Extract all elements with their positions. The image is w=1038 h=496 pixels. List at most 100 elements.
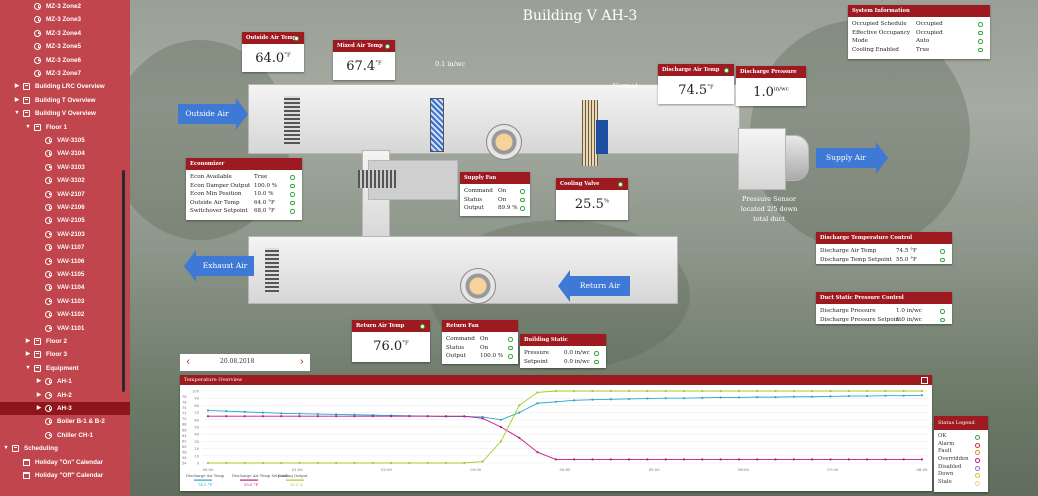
date-next-button[interactable]: › [300, 355, 304, 368]
data-point [902, 458, 905, 461]
sidebar-item-label: VAV-1101 [57, 324, 85, 332]
info-row: Econ Available True [190, 173, 298, 182]
building-static-card[interactable]: Building Static Pressure 0.0 in/wc Setpoin… [520, 334, 606, 368]
sidebar-item[interactable]: ▶ Building LRC Overview [0, 80, 130, 93]
sidebar-item[interactable]: VAV-2106 [0, 201, 130, 214]
sidebar-item[interactable]: MZ-3 Zone6 [0, 54, 130, 67]
chevron-right-icon[interactable]: ▶ [24, 348, 32, 361]
data-point [774, 458, 777, 461]
legend-title: Status Legend [934, 416, 988, 430]
data-point [627, 458, 631, 461]
data-point [737, 396, 741, 399]
status-ok-icon [594, 351, 599, 356]
discharge-air-temp-card[interactable]: Discharge Air Temp 74.5°F [658, 64, 734, 104]
chevron-right-icon[interactable]: ▶ [13, 80, 21, 93]
chevron-right-icon[interactable]: ▶ [35, 375, 43, 388]
discharge-temperature-control-card[interactable]: Discharge Temperature Control Discharge … [816, 232, 952, 264]
chevron-down-icon[interactable]: ▼ [24, 121, 32, 134]
card-title: Cooling Valve [560, 181, 600, 187]
sidebar-item[interactable]: ▶ AH-3 [0, 402, 130, 416]
sidebar-item[interactable]: VAV-1106 [0, 255, 130, 268]
chevron-right-icon[interactable]: ▶ [24, 335, 32, 348]
legend-item: Down [934, 471, 988, 479]
y-tick-label: 20 [194, 447, 199, 451]
sidebar-item[interactable]: VAV-1101 [0, 322, 130, 335]
sidebar-item[interactable]: VAV-3103 [0, 161, 130, 174]
supply-fan-card[interactable]: Supply Fan Command On Status On Output 89.9 % [460, 172, 530, 216]
sidebar-item[interactable]: ▼ Floor 1 [0, 121, 130, 134]
y2-tick-label: 60 [182, 445, 187, 449]
date-value[interactable]: 20.08.2018 [220, 358, 254, 365]
sidebar-item[interactable]: MZ-3 Zone5 [0, 40, 130, 53]
device-icon [34, 43, 41, 51]
sidebar-item[interactable]: ▶ Floor 3 [0, 348, 130, 361]
filter-icon [430, 98, 444, 152]
sidebar-item[interactable]: VAV-3102 [0, 174, 130, 187]
chevron-down-icon[interactable]: ▼ [24, 362, 32, 375]
outside-air-temp-card[interactable]: Outside Air Temp 64.0°F [242, 32, 304, 72]
info-row: Econ Damper Output 100.0 % [190, 182, 298, 191]
data-point [225, 461, 228, 465]
data-point [627, 397, 631, 401]
expand-icon[interactable] [921, 376, 928, 384]
sidebar-item[interactable]: ▶ AH-2 [0, 389, 130, 402]
data-point [884, 458, 887, 461]
sidebar-item-label: VAV-2103 [57, 230, 85, 238]
sidebar-item[interactable]: ▼ Building V Overview [0, 107, 130, 120]
sidebar-item[interactable]: Chiller CH-1 [0, 429, 130, 442]
date-picker[interactable]: ‹ 20.08.2018 › [180, 354, 310, 371]
device-icon [45, 137, 52, 144]
row-label: Effective Occupancy [852, 29, 911, 36]
sidebar-item[interactable]: Boiler B-1 & B-2 [0, 415, 130, 428]
sidebar-item[interactable]: MZ-3 Zone4 [0, 27, 130, 40]
data-point [847, 389, 850, 393]
data-point [774, 389, 777, 393]
chevron-right-icon[interactable]: ▶ [35, 389, 43, 402]
info-row: Switchover Setpoint 68.0 °F [190, 207, 298, 216]
sidebar-item[interactable]: Holiday "Off" Calendar [0, 469, 130, 482]
sidebar-item[interactable]: ▶ Floor 2 [0, 335, 130, 348]
sidebar-item[interactable]: VAV-1105 [0, 268, 130, 281]
sidebar-item[interactable]: VAV-2107 [0, 188, 130, 201]
device-icon [45, 405, 52, 412]
y-tick-label: 0 [197, 462, 200, 466]
chevron-down-icon[interactable]: ▼ [13, 107, 21, 120]
discharge-pressure-card[interactable]: Discharge Pressure 1.0in/wc [736, 66, 806, 106]
status-ok-icon [618, 181, 623, 187]
mixed-air-temp-card[interactable]: Mixed Air Temp 67.4°F [333, 40, 395, 80]
device-icon [45, 297, 52, 305]
status-ok-icon [290, 175, 295, 180]
sidebar-item[interactable]: ▶ Building T Overview [0, 94, 130, 107]
sidebar-item[interactable]: MZ-3 Zone3 [0, 13, 130, 26]
system-information-card[interactable]: System Information Occupied Schedule Occu… [848, 5, 990, 59]
sidebar-item[interactable]: MZ-3 Zone2 [0, 0, 130, 13]
duct-static-pressure-control-card[interactable]: Duct Static Pressure Control Discharge P… [816, 292, 952, 324]
sidebar-item[interactable]: VAV-2105 [0, 214, 130, 227]
cooling-valve-card[interactable]: Cooling Valve 25.5% [556, 178, 628, 220]
row-label: Cooling Enabled [852, 46, 899, 53]
row-value: On [498, 196, 507, 203]
sidebar-item[interactable]: Holiday "On" Calendar [0, 456, 130, 469]
sidebar-item[interactable]: MZ-3 Zone7 [0, 67, 130, 80]
return-air-temp-card[interactable]: Return Air Temp 76.0°F [352, 320, 430, 362]
chevron-down-icon[interactable]: ▼ [2, 442, 10, 455]
sidebar-item[interactable]: VAV-1103 [0, 295, 130, 308]
sidebar-item[interactable]: ▶ AH-1 [0, 375, 130, 388]
sidebar-item[interactable]: VAV-1107 [0, 241, 130, 254]
chevron-right-icon[interactable]: ▶ [13, 94, 21, 107]
sidebar-item[interactable]: VAV-3105 [0, 134, 130, 147]
data-point [756, 458, 759, 461]
economizer-card[interactable]: Economizer Econ Available True Econ Damper… [186, 158, 302, 220]
sidebar-scrollbar[interactable] [122, 170, 125, 392]
sidebar-item[interactable]: VAV-1102 [0, 308, 130, 321]
duct-static-control-rows: Discharge Pressure 1.0 in/wc Discharge Pre… [816, 304, 952, 326]
sidebar-item[interactable]: ▼ Scheduling [0, 442, 130, 455]
sidebar-item[interactable]: ▼ Equipment [0, 362, 130, 375]
chevron-right-icon[interactable]: ▶ [35, 402, 43, 415]
sidebar-item[interactable]: VAV-1104 [0, 281, 130, 294]
sidebar-item[interactable]: VAV-3104 [0, 147, 130, 160]
return-fan-card[interactable]: Return Fan Command On Status On Output 100.0 … [442, 320, 518, 364]
data-point [664, 397, 667, 400]
date-prev-button[interactable]: ‹ [186, 355, 190, 368]
sidebar-item[interactable]: VAV-2103 [0, 228, 130, 241]
